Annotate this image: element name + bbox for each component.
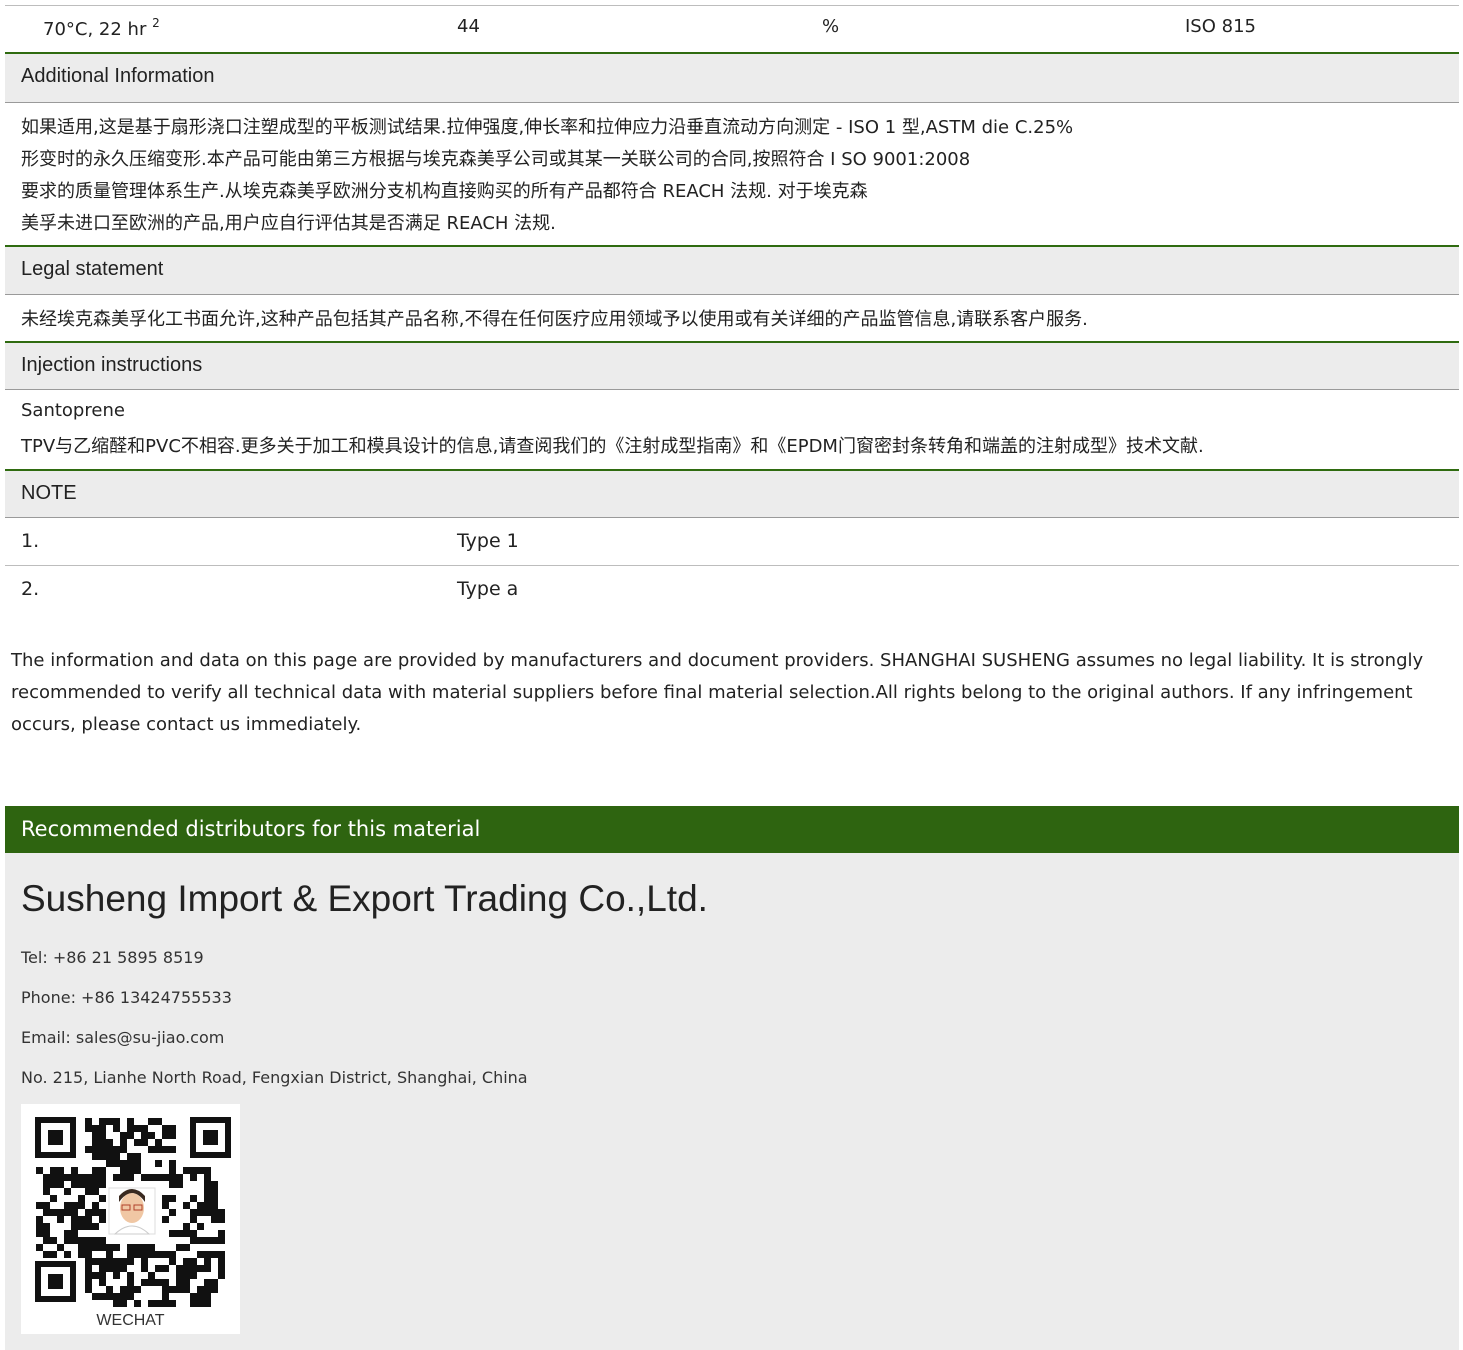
distributors-heading: Recommended distributors for this materi… (21, 817, 481, 841)
additional-info-body: 如果适用,这是基于扇形浇口注塑成型的平板测试结果.拉伸强度,伸长率和拉伸应力沿垂… (5, 103, 1459, 246)
info-line-4: 美孚未进口至欧洲的产品,用户应自行评估其是否满足 REACH 法规. (21, 213, 556, 234)
unit-cell: % (822, 16, 840, 37)
section-title: Additional Information (21, 65, 215, 87)
note-number: 1. (21, 530, 40, 552)
section-header-additional-info: Additional Information (5, 52, 1459, 103)
section-header-legal: Legal statement (5, 245, 1459, 295)
profile-photo (108, 1187, 156, 1235)
value-cell: 44 (457, 16, 480, 37)
injection-body: Santoprene TPV与乙缩醛和PVC不相容.更多关于加工和模具设计的信息… (5, 390, 1459, 469)
condition-cell: 70°C, 22 hr 2 (43, 16, 160, 40)
tel-text: Tel: +86 21 5895 8519 (21, 948, 204, 967)
wechat-qr-code-icon (35, 1117, 231, 1307)
address-text: No. 215, Lianhe North Road, Fengxian Dis… (21, 1068, 528, 1087)
standard-cell: ISO 815 (1185, 16, 1256, 37)
note-number: 2. (21, 578, 40, 600)
note-row: 1. Type 1 (5, 518, 1459, 566)
disclaimer-text: The information and data on this page ar… (11, 650, 1424, 735)
email-text[interactable]: Email: sales@su-jiao.com (21, 1028, 224, 1047)
note-row: 2. Type a (5, 566, 1459, 614)
wechat-qr-card: WECHAT (21, 1104, 240, 1334)
phone-text: Phone: +86 13424755533 (21, 988, 232, 1007)
section-title: Injection instructions (21, 354, 203, 376)
qr-caption: WECHAT (96, 1312, 165, 1329)
info-line-2: 形变时的永久压缩变形.本产品可能由第三方根据与埃克森美孚公司或其某一关联公司的合… (21, 149, 971, 170)
legal-body: 未经埃克森美孚化工书面允许,这种产品包括其产品名称,不得在任何医疗应用领域予以使… (5, 295, 1459, 341)
info-line-3: 要求的质量管理体系生产.从埃克森美孚欧洲分支机构直接购买的所有产品都符合 REA… (21, 181, 868, 202)
section-header-note: NOTE (5, 469, 1459, 518)
condition-text: 70°C, 22 hr (43, 19, 147, 40)
section-title: Legal statement (21, 258, 164, 280)
note-text: Type a (457, 578, 519, 600)
distributors-header: Recommended distributors for this materi… (5, 806, 1459, 853)
section-header-injection: Injection instructions (5, 341, 1459, 390)
info-line-1: 如果适用,这是基于扇形浇口注塑成型的平板测试结果.拉伸强度,伸长率和拉伸应力沿垂… (21, 117, 1074, 138)
note-text: Type 1 (457, 530, 519, 552)
company-name: Susheng Import & Export Trading Co.,Ltd. (21, 878, 708, 919)
note-reference: 2 (152, 16, 160, 30)
injection-line-2: TPV与乙缩醛和PVC不相容.更多关于加工和模具设计的信息,请查阅我们的《注射成… (21, 436, 1204, 457)
section-title: NOTE (21, 482, 77, 504)
legal-line: 未经埃克森美孚化工书面允许,这种产品包括其产品名称,不得在任何医疗应用领域予以使… (21, 309, 1088, 330)
property-row: 70°C, 22 hr 2 44 % ISO 815 (5, 0, 1459, 46)
distributors-panel: Recommended distributors for this materi… (5, 806, 1459, 1350)
injection-line-1: Santoprene (21, 400, 125, 421)
